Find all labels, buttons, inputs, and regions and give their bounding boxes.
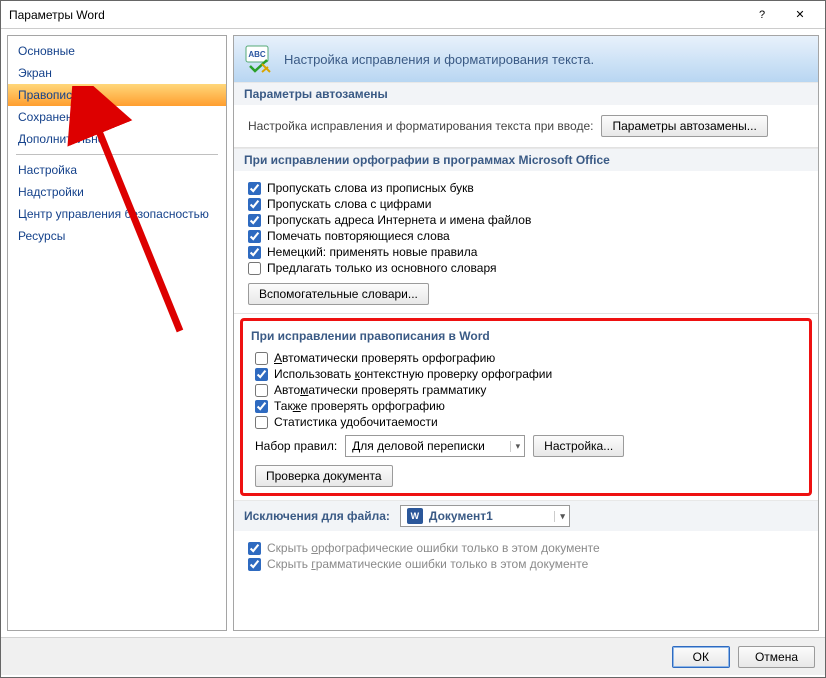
proofing-abc-icon: ABC — [244, 44, 274, 74]
checkbox[interactable] — [255, 400, 268, 413]
check-label: Помечать повторяющиеся слова — [267, 229, 450, 243]
sidebar-item-trustcenter[interactable]: Центр управления безопасностью — [8, 203, 226, 225]
checkbox[interactable] — [248, 246, 261, 259]
check-uppercase-words[interactable]: Пропускать слова из прописных букв — [248, 181, 804, 195]
sidebar-item-advanced[interactable]: Дополнительно — [8, 128, 226, 150]
checkbox[interactable] — [248, 230, 261, 243]
highlight-box: При исправлении правописания в Word Авто… — [240, 318, 812, 496]
checkbox[interactable] — [248, 182, 261, 195]
check-auto-spell[interactable]: Автоматически проверять орфографию — [255, 351, 797, 365]
svg-text:ABC: ABC — [248, 50, 266, 59]
check-german-rules[interactable]: Немецкий: применять новые правила — [248, 245, 804, 259]
check-label: Также проверять орфографию — [274, 399, 445, 413]
dialog-footer: ОК Отмена — [1, 637, 825, 675]
help-icon: ? — [759, 9, 765, 21]
close-button[interactable]: ✕ — [783, 3, 817, 27]
main-panel: ABC Настройка исправления и форматирован… — [233, 35, 819, 631]
checkbox[interactable] — [255, 352, 268, 365]
chevron-down-icon: ▾ — [554, 511, 565, 522]
check-repeated-words[interactable]: Помечать повторяющиеся слова — [248, 229, 804, 243]
banner: ABC Настройка исправления и форматирован… — [234, 36, 818, 82]
custom-dictionaries-button[interactable]: Вспомогательные словари... — [248, 283, 429, 305]
rules-set-dropdown[interactable]: Для деловой переписки ▾ — [345, 435, 525, 457]
recheck-document-button[interactable]: Проверка документа — [255, 465, 393, 487]
checkbox[interactable] — [248, 542, 261, 555]
checkbox[interactable] — [255, 368, 268, 381]
chevron-down-icon: ▾ — [510, 441, 521, 452]
checkbox[interactable] — [248, 214, 261, 227]
sidebar-separator — [16, 154, 218, 155]
check-main-dictionary-only[interactable]: Предлагать только из основного словаря — [248, 261, 804, 275]
sidebar-item-customize[interactable]: Настройка — [8, 159, 226, 181]
custom-dictionaries-label: Вспомогательные словари... — [259, 287, 418, 301]
check-words-with-numbers[interactable]: Пропускать слова с цифрами — [248, 197, 804, 211]
checkbox[interactable] — [255, 416, 268, 429]
sidebar: Основные Экран Правописание Сохранение Д… — [7, 35, 227, 631]
grammar-settings-label: Настройка... — [544, 439, 613, 453]
section-autocorrect: Параметры автозамены Настройка исправлен… — [234, 82, 818, 148]
cancel-label: Отмена — [755, 650, 798, 664]
section-autocorrect-title: Параметры автозамены — [234, 82, 818, 105]
sidebar-item-addins[interactable]: Надстройки — [8, 181, 226, 203]
grammar-settings-button[interactable]: Настройка... — [533, 435, 624, 457]
check-label: Предлагать только из основного словаря — [267, 261, 496, 275]
rules-set-value: Для деловой переписки — [352, 439, 485, 453]
check-also-check-spelling[interactable]: Также проверять орфографию — [255, 399, 797, 413]
checkbox[interactable] — [255, 384, 268, 397]
cancel-button[interactable]: Отмена — [738, 646, 815, 668]
banner-text: Настройка исправления и форматирования т… — [284, 52, 594, 67]
check-label: Использовать контекстную проверку орфогр… — [274, 367, 552, 381]
dialog-titlebar: Параметры Word ? ✕ — [1, 1, 825, 29]
section-word-spell-title: При исправлении правописания в Word — [251, 327, 801, 349]
check-auto-grammar[interactable]: Автоматически проверять грамматику — [255, 383, 797, 397]
sidebar-item-display[interactable]: Экран — [8, 62, 226, 84]
check-label: Автоматически проверять орфографию — [274, 351, 495, 365]
section-office-spell-title: При исправлении орфографии в программах … — [234, 148, 818, 171]
exceptions-file-value: Документ1 — [429, 509, 493, 523]
help-button[interactable]: ? — [745, 3, 779, 27]
sidebar-item-proofing[interactable]: Правописание — [8, 84, 226, 106]
autocorrect-note: Настройка исправления и форматирования т… — [248, 119, 593, 133]
word-document-icon: W — [407, 508, 423, 524]
check-contextual-spell[interactable]: Использовать контекстную проверку орфогр… — [255, 367, 797, 381]
close-icon: ✕ — [795, 8, 804, 21]
check-label: Пропускать слова с цифрами — [267, 197, 431, 211]
check-readability-stats[interactable]: Статистика удобочитаемости — [255, 415, 797, 429]
checkbox[interactable] — [248, 262, 261, 275]
rules-set-label: Набор правил: — [255, 439, 337, 453]
autocorrect-options-label: Параметры автозамены... — [612, 119, 756, 133]
recheck-document-label: Проверка документа — [266, 469, 382, 483]
ok-button[interactable]: ОК — [672, 646, 730, 668]
section-exceptions: Исключения для файла: W Документ1 ▾ Скры… — [234, 500, 818, 581]
section-office-spell: При исправлении орфографии в программах … — [234, 148, 818, 314]
check-label: Пропускать адреса Интернета и имена файл… — [267, 213, 531, 227]
dialog-title: Параметры Word — [9, 8, 745, 22]
autocorrect-options-button[interactable]: Параметры автозамены... — [601, 115, 767, 137]
section-exceptions-head: Исключения для файла: W Документ1 ▾ — [234, 500, 818, 531]
check-label: Скрыть грамматические ошибки только в эт… — [267, 557, 588, 571]
sidebar-item-save[interactable]: Сохранение — [8, 106, 226, 128]
check-hide-grammar-errors[interactable]: Скрыть грамматические ошибки только в эт… — [248, 557, 804, 571]
check-label: Автоматически проверять грамматику — [274, 383, 486, 397]
sidebar-item-resources[interactable]: Ресурсы — [8, 225, 226, 247]
check-label: Пропускать слова из прописных букв — [267, 181, 474, 195]
exceptions-file-dropdown[interactable]: W Документ1 ▾ — [400, 505, 570, 527]
check-internet-addresses[interactable]: Пропускать адреса Интернета и имена файл… — [248, 213, 804, 227]
check-label: Статистика удобочитаемости — [274, 415, 438, 429]
checkbox[interactable] — [248, 558, 261, 571]
check-hide-spell-errors[interactable]: Скрыть орфографические ошибки только в э… — [248, 541, 804, 555]
checkbox[interactable] — [248, 198, 261, 211]
exceptions-title-label: Исключения для файла: — [244, 509, 390, 523]
ok-label: ОК — [693, 650, 709, 664]
check-label: Немецкий: применять новые правила — [267, 245, 477, 259]
check-label: Скрыть орфографические ошибки только в э… — [267, 541, 600, 555]
sidebar-item-general[interactable]: Основные — [8, 40, 226, 62]
